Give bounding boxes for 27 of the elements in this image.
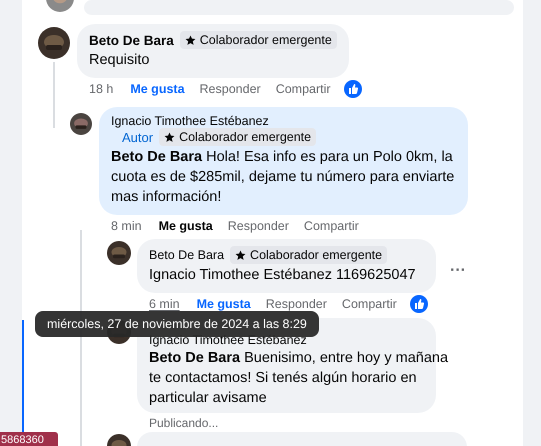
like-button[interactable]: Me gusta [158,219,213,233]
reply-button[interactable]: Responder [266,297,327,311]
timestamp-tooltip: miércoles, 27 de noviembre de 2024 a las 8:29 [35,311,319,337]
like-button[interactable]: Me gusta [196,297,251,311]
timestamp-link[interactable]: 8 min [111,219,142,233]
author-label: Autor [122,130,154,144]
author-name[interactable]: Beto De Bara [149,248,224,262]
share-button[interactable]: Compartir [304,219,359,233]
contributor-badge: Colaborador emergente [180,31,337,49]
reply-button[interactable]: Responder [228,219,289,233]
timestamp-link[interactable]: 6 min [149,297,180,311]
comment-text: Beto De Bara Buenisimo, entre hoy y mañana te contactamos! Si tenés algún horario en particular avisame [149,349,450,408]
author-name[interactable]: Beto De Bara [89,32,174,48]
comment-text: Requisito [89,51,150,70]
contributor-badge: Colaborador emergente [230,246,388,264]
comment-text: Ignacio Timothee Estébanez 1169625047 [149,266,417,285]
contributor-badge: Colaborador emergente [159,128,316,146]
timestamp-link[interactable]: 18 h [89,82,114,96]
author-name[interactable]: Ignacio Timothee Estébanez [111,114,269,128]
more-button[interactable]: ··· [450,262,466,280]
reply-button[interactable]: Responder [200,82,261,96]
comment-text: Beto De Bara Hola! Esa info es para un Polo 0km, la cuota es de $285mil, dejame tu número para enviarte mas información! [111,148,456,207]
like-button[interactable]: Me gusta [130,82,185,96]
share-button[interactable]: Compartir [276,82,331,96]
posting-status: Publicando... [148,415,220,432]
phone-number-tag: 5868360 [0,432,58,446]
share-button[interactable]: Compartir [342,297,397,311]
